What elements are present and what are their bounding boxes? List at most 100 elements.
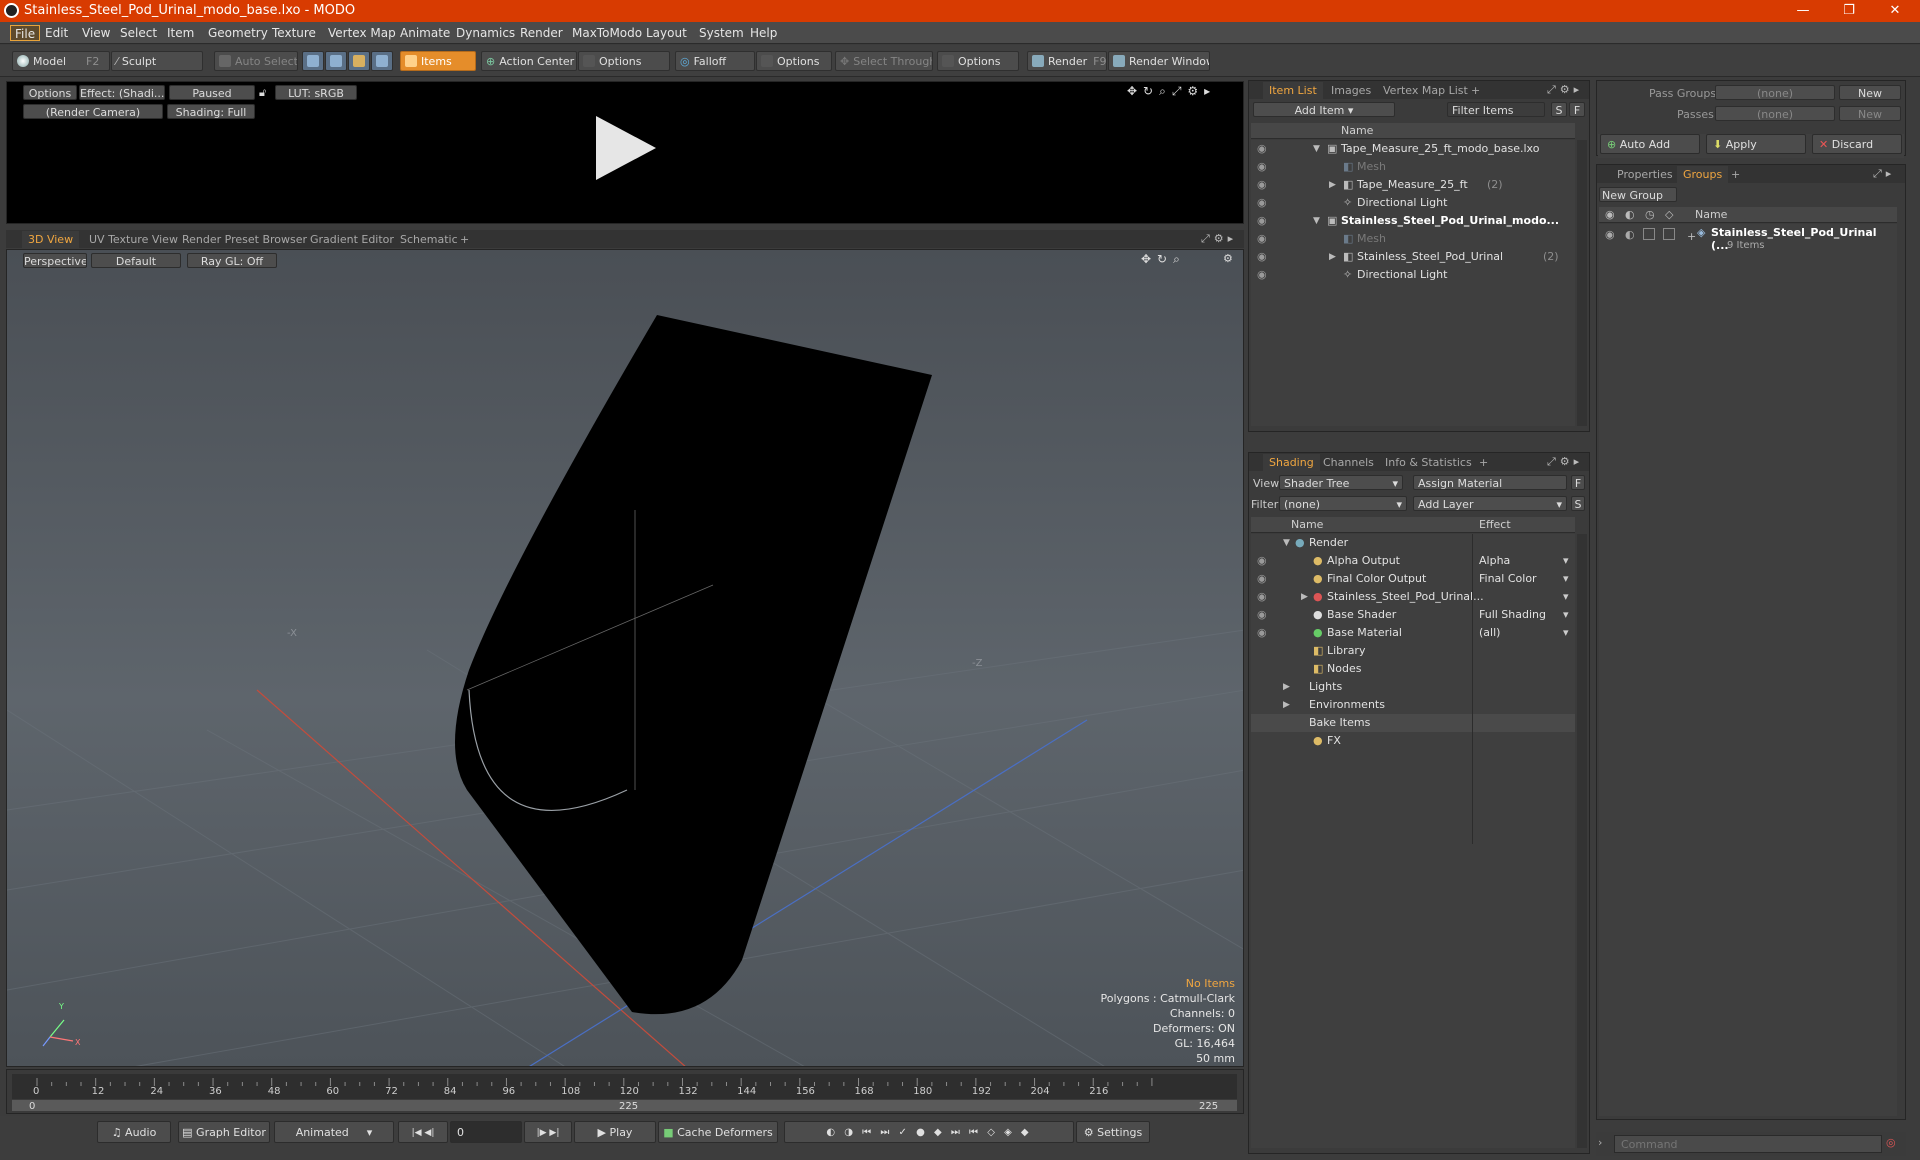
shading-dropdown[interactable]: Shading: Full [167,104,255,119]
pass-groups-dropdown[interactable]: (none) [1715,85,1835,100]
play-button[interactable]: ▶ Play [574,1121,656,1143]
assign-material-button[interactable]: Assign Material [1413,475,1567,490]
group-lock-checkbox[interactable] [1643,228,1655,240]
expand-triangle-icon[interactable]: ▶ [1301,588,1308,606]
add-tab-button[interactable]: + [1473,454,1494,471]
group-render-icon[interactable]: ◐ [1625,228,1635,241]
new-group-button[interactable]: New Group [1599,187,1677,202]
materials-mode-button[interactable] [371,51,393,71]
raygl-dropdown[interactable]: Ray GL: Off [187,253,277,268]
item-list-row[interactable]: ◉ ✧ Directional Light [1251,194,1575,212]
item-list-row[interactable]: ◉ ✧ Directional Light [1251,266,1575,284]
menu-item[interactable]: Item [163,25,198,41]
tab-groups[interactable]: Groups [1677,166,1729,183]
apply-button[interactable]: ⬇ Apply [1706,134,1806,154]
chevron-down-icon[interactable]: ▾ [1563,606,1569,624]
item-list-row[interactable]: ◉ ▼ ▣ Tape_Measure_25_ft_modo_base.lxo [1251,140,1575,158]
menu-system[interactable]: System [695,25,748,41]
expand-triangle-icon[interactable]: ▶ [1283,678,1290,696]
new-pass-group-button[interactable]: New [1839,85,1901,100]
filter-f-button[interactable]: F [1569,102,1585,117]
tab-channels[interactable]: Channels [1317,454,1380,471]
tab-images[interactable]: Images [1325,82,1377,99]
new-pass-button[interactable]: New [1839,106,1901,121]
minimize-button[interactable]: — [1780,0,1826,22]
viewport-tab-controls[interactable]: ⤢⚙▸ [1201,232,1237,246]
add-item-dropdown[interactable]: Add Item ▾ [1253,102,1395,117]
shading-s-button[interactable]: S [1571,496,1585,511]
shader-tree-row[interactable]: ▼ ● Render [1251,534,1575,552]
action-center-options-button[interactable]: Options [578,51,670,71]
maximize-button[interactable]: ❐ [1826,0,1872,22]
skip-start-buttons[interactable]: |◀ ◀| [398,1121,448,1143]
play-preview-icon[interactable] [592,114,658,182]
collapse-triangle-icon[interactable]: ▼ [1283,534,1290,552]
expand-triangle-icon[interactable]: ▶ [1283,696,1290,714]
shader-tree-row[interactable]: ▶ Environments [1251,696,1575,714]
item-list-row[interactable]: ◉ ◧ Mesh [1251,230,1575,248]
audio-button[interactable]: ♫ Audio [97,1121,171,1143]
item-list-row[interactable]: ◉ ▶ ◧ Stainless_Steel_Pod_Urinal (2) [1251,248,1575,266]
tab-properties[interactable]: Properties [1611,166,1679,183]
tab-3d-view[interactable]: 3D View [22,231,80,248]
shader-tree-row[interactable]: ▶ Lights [1251,678,1575,696]
item-list-row[interactable]: ◉ ◧ Mesh [1251,158,1575,176]
command-input[interactable] [1614,1135,1882,1153]
viewport-nav-icons[interactable]: ✥↻⌕ [1141,252,1186,267]
shader-tree-row[interactable]: Bake Items [1251,714,1575,732]
shader-effect-value[interactable]: Final Color [1479,570,1537,588]
tab-uv-texture-view[interactable]: UV Texture View [83,231,184,248]
auto-add-button[interactable]: ⊕ Auto Add [1600,134,1700,154]
falloff-options-button[interactable]: Options [756,51,832,71]
menu-view[interactable]: View [78,25,114,41]
menu-vertex-map[interactable]: Vertex Map [324,25,400,41]
view-dropdown[interactable]: Shader Tree ▾ [1279,475,1403,490]
polygons-mode-button[interactable] [348,51,370,71]
vertices-mode-button[interactable] [302,51,324,71]
expand-triangle-icon[interactable]: ▶ [1329,176,1336,194]
shader-effect-value[interactable]: Full Shading [1479,606,1546,624]
item-list-scrollbar[interactable] [1577,140,1587,426]
tab-vertex-map-list[interactable]: Vertex Map List [1377,82,1474,99]
filter-dropdown[interactable]: (none) ▾ [1279,496,1407,511]
tab-render-preset-browser[interactable]: Render Preset Browser [176,231,313,248]
tab-gradient-editor[interactable]: Gradient Editor [304,231,400,248]
chevron-down-icon[interactable]: ▾ [1563,552,1569,570]
falloff-button[interactable]: ◎ Falloff [675,51,755,71]
render-camera-dropdown[interactable]: (Render Camera) [23,104,163,119]
panel-controls[interactable]: ⤢⚙▸ [1547,455,1583,469]
visibility-eye-icon[interactable]: ◉ [1257,176,1267,194]
animated-dropdown[interactable]: Animated ▾ [274,1121,394,1143]
shader-tree-row[interactable]: ◉ ● Alpha Output Alpha ▾ [1251,552,1575,570]
chevron-down-icon[interactable]: ▾ [1563,624,1569,642]
tab-item-list[interactable]: Item List [1263,82,1323,99]
preview-nav-icons[interactable]: ✥↻⌕⤢⚙▸ [1127,84,1216,99]
visibility-eye-icon[interactable]: ◉ [1257,194,1267,212]
sculpt-mode-button[interactable]: ⁄ Sculpt [111,51,203,71]
skip-end-buttons[interactable]: |▶ ▶| [524,1121,572,1143]
command-history-icon[interactable]: ◎ [1886,1136,1896,1149]
graph-editor-button[interactable]: ▤ Graph Editor [178,1121,270,1143]
menu-dynamics[interactable]: Dynamics [452,25,519,41]
expand-triangle-icon[interactable]: ▶ [1329,248,1336,266]
add-tab-button[interactable]: + [454,231,475,248]
add-tab-button[interactable]: + [1465,82,1486,99]
menu-file[interactable]: File [10,25,41,41]
visibility-eye-icon[interactable]: ◉ [1257,606,1267,624]
chevron-down-icon[interactable]: ▾ [1563,570,1569,588]
lut-dropdown[interactable]: LUT: sRGB [275,85,357,100]
item-list-row[interactable]: ◉ ▶ ◧ Tape_Measure_25_ft (2) [1251,176,1575,194]
close-button[interactable]: ✕ [1872,0,1918,22]
collapse-triangle-icon[interactable]: ▼ [1313,140,1320,158]
shader-effect-value[interactable]: (all) [1479,624,1500,642]
menu-animate[interactable]: Animate [396,25,454,41]
visibility-eye-icon[interactable]: ◉ [1257,266,1267,284]
lock-icon[interactable]: 🔓︎ [259,86,266,100]
settings-button[interactable]: ⚙ Settings [1076,1121,1150,1143]
filter-items-input[interactable]: Filter Items [1447,102,1545,117]
render-window-button[interactable]: Render Window [1108,51,1210,71]
visibility-eye-icon[interactable]: ◉ [1257,158,1267,176]
visibility-eye-icon[interactable]: ◉ [1257,140,1267,158]
default-style-dropdown[interactable]: Default [91,253,181,268]
visibility-eye-icon[interactable]: ◉ [1257,230,1267,248]
